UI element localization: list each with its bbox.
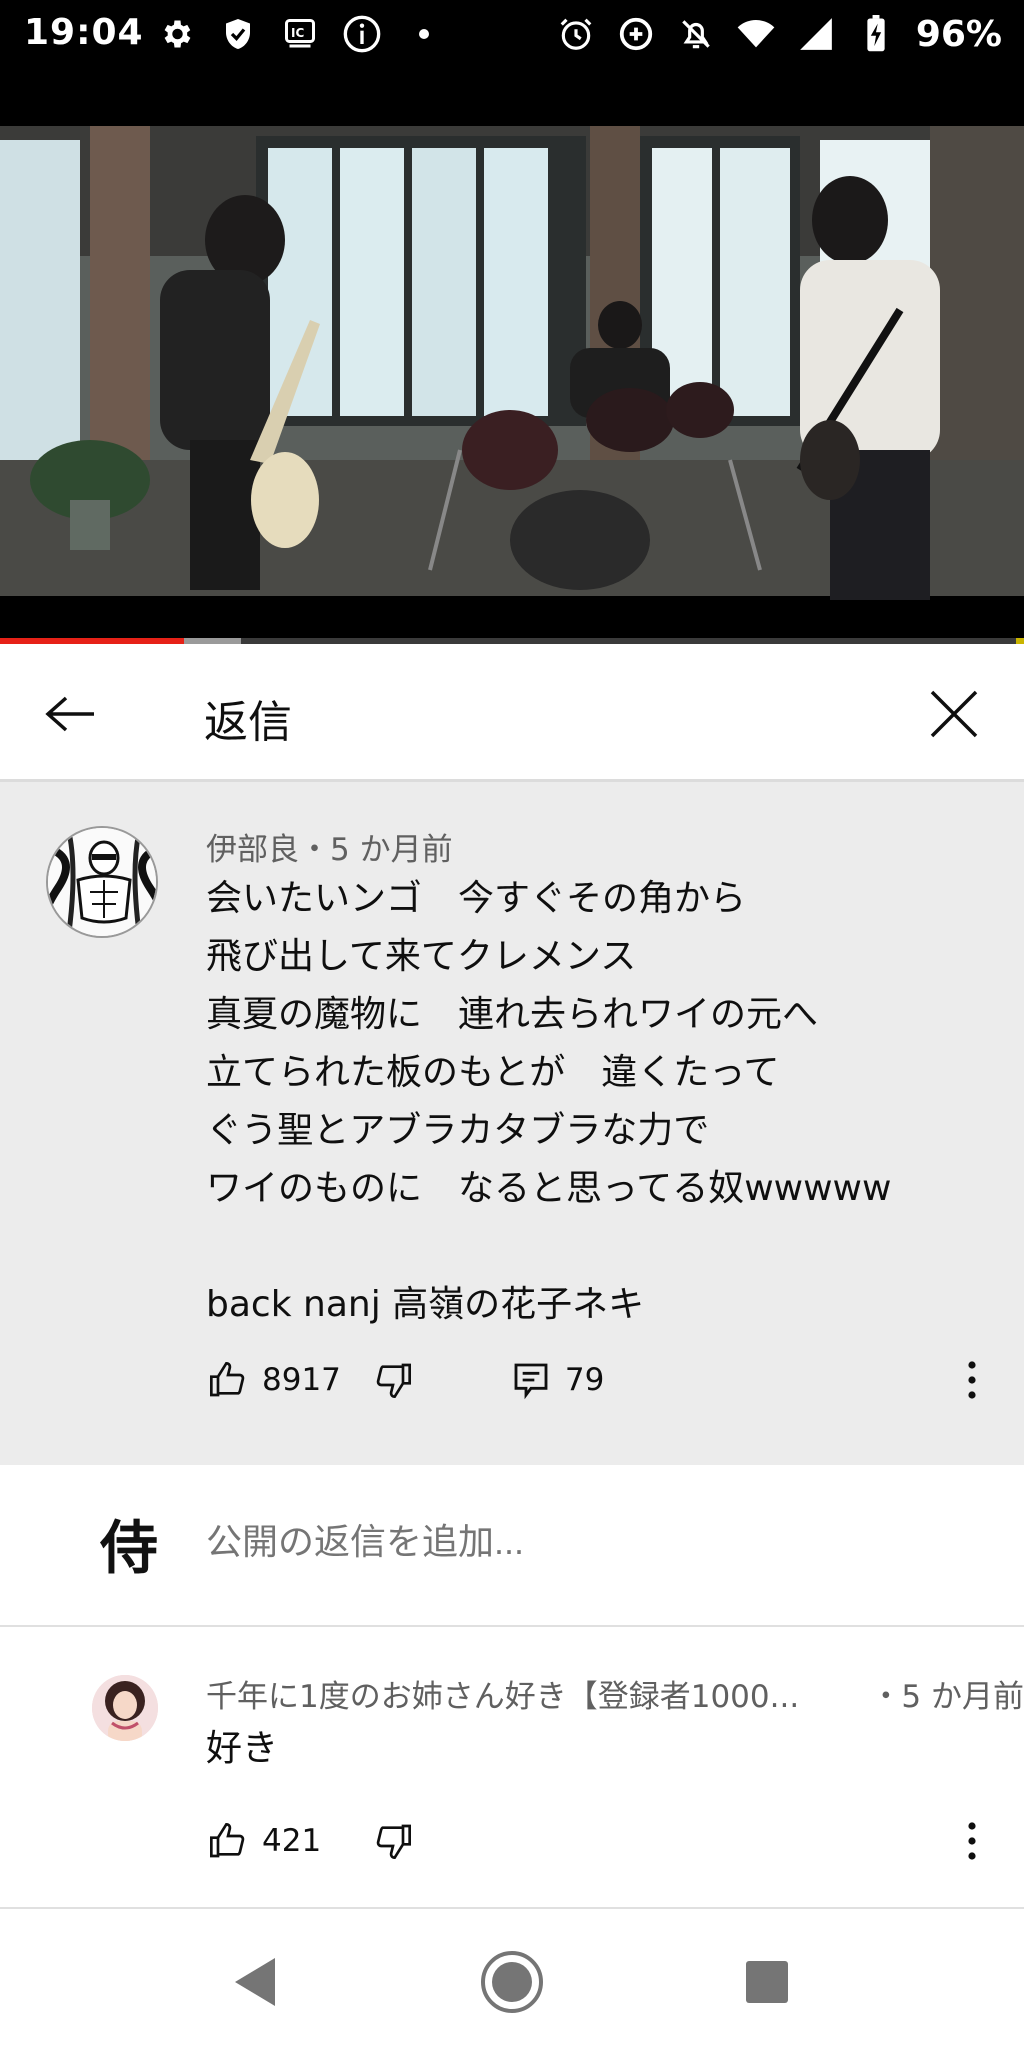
wifi-icon [736,14,776,54]
info-icon [342,14,382,54]
like-count: 8917 [262,1362,341,1398]
data-saver-icon [616,14,656,54]
more-vertical-icon [968,1822,976,1860]
dislike-button[interactable] [371,1819,415,1863]
alarm-icon [556,14,596,54]
system-nav-bar [0,1909,1024,2048]
battery-charging-icon [856,14,896,54]
like-count: 421 [262,1823,322,1859]
home-circle-icon [481,1951,543,2013]
comment-actions: 8917 79 [206,1356,604,1404]
nav-home-button[interactable] [477,1947,547,2017]
recents-square-icon [746,1961,788,2003]
status-left-icons: IC [156,12,444,56]
battery-percent: 96% [915,13,1002,55]
comment-meta: 伊部良・5 か月前 [206,832,453,868]
gear-icon [156,14,196,54]
nav-recents-button[interactable] [732,1947,802,2017]
avatar[interactable] [46,826,158,938]
reply-actions: 421 [206,1817,415,1865]
status-time: 19:04 [24,12,144,53]
thumbs-up-icon [210,1822,245,1858]
reply-time: ・5 か月前 [870,1679,1024,1715]
parent-comment: 伊部良・5 か月前 会いたいンゴ 今すぐその角から 飛び出して来てクレメンス 真… [0,782,1024,1465]
ic-card-icon: IC [280,14,320,54]
thumbs-up-icon [210,1361,245,1397]
thumbs-down-icon [376,1824,412,1860]
close-button[interactable] [924,684,984,744]
reply-button[interactable] [509,1358,553,1402]
reply-comment: 千年に1度のお姉さん好き【登録者1000... ・5 か月前 好き 421 [0,1627,1024,1909]
shield-check-icon [218,14,258,54]
reply-count: 79 [564,1362,605,1398]
reply-author[interactable]: 千年に1度のお姉さん好き【登録者1000... [206,1671,834,1716]
page-title: 返信 [204,697,292,748]
comment-text: 会いたいンゴ 今すぐその角から 飛び出して来てクレメンス 真夏の魔物に 連れ去ら… [206,878,892,1325]
svg-text:IC: IC [291,26,304,40]
close-icon [930,690,978,738]
more-vertical-icon [968,1361,976,1399]
signal-icon [796,14,836,54]
status-right-icons: 96% [556,12,1002,56]
reply-more-button[interactable] [952,1811,992,1871]
bell-off-icon [676,14,716,54]
comment-more-button[interactable] [952,1350,992,1410]
replies-header: 返信 [0,644,1024,782]
avatar-image [48,828,156,936]
like-button[interactable] [206,1819,250,1863]
avatar-image [92,1675,158,1741]
my-avatar: 侍 [99,1514,158,1582]
like-button[interactable] [206,1358,250,1402]
nav-back-button[interactable] [220,1947,290,2017]
status-bar: 19:04 IC 96% [0,0,1024,120]
back-triangle-icon [235,1958,275,2006]
add-reply-row: 侍 [0,1465,1024,1627]
arrow-left-icon [45,696,94,732]
avatar[interactable] [92,1675,158,1741]
reply-input[interactable] [206,1521,986,1563]
comment-icon [514,1363,548,1400]
dislike-button[interactable] [371,1358,415,1402]
reply-meta: 千年に1度のお姉さん好き【登録者1000... ・5 か月前 [206,1671,1024,1716]
dot-icon [404,14,444,54]
video-frame [0,120,1024,640]
back-button[interactable] [40,684,100,744]
video-player[interactable] [0,120,1024,640]
thumbs-down-icon [376,1363,411,1399]
reply-text: 好き [206,1728,279,1769]
